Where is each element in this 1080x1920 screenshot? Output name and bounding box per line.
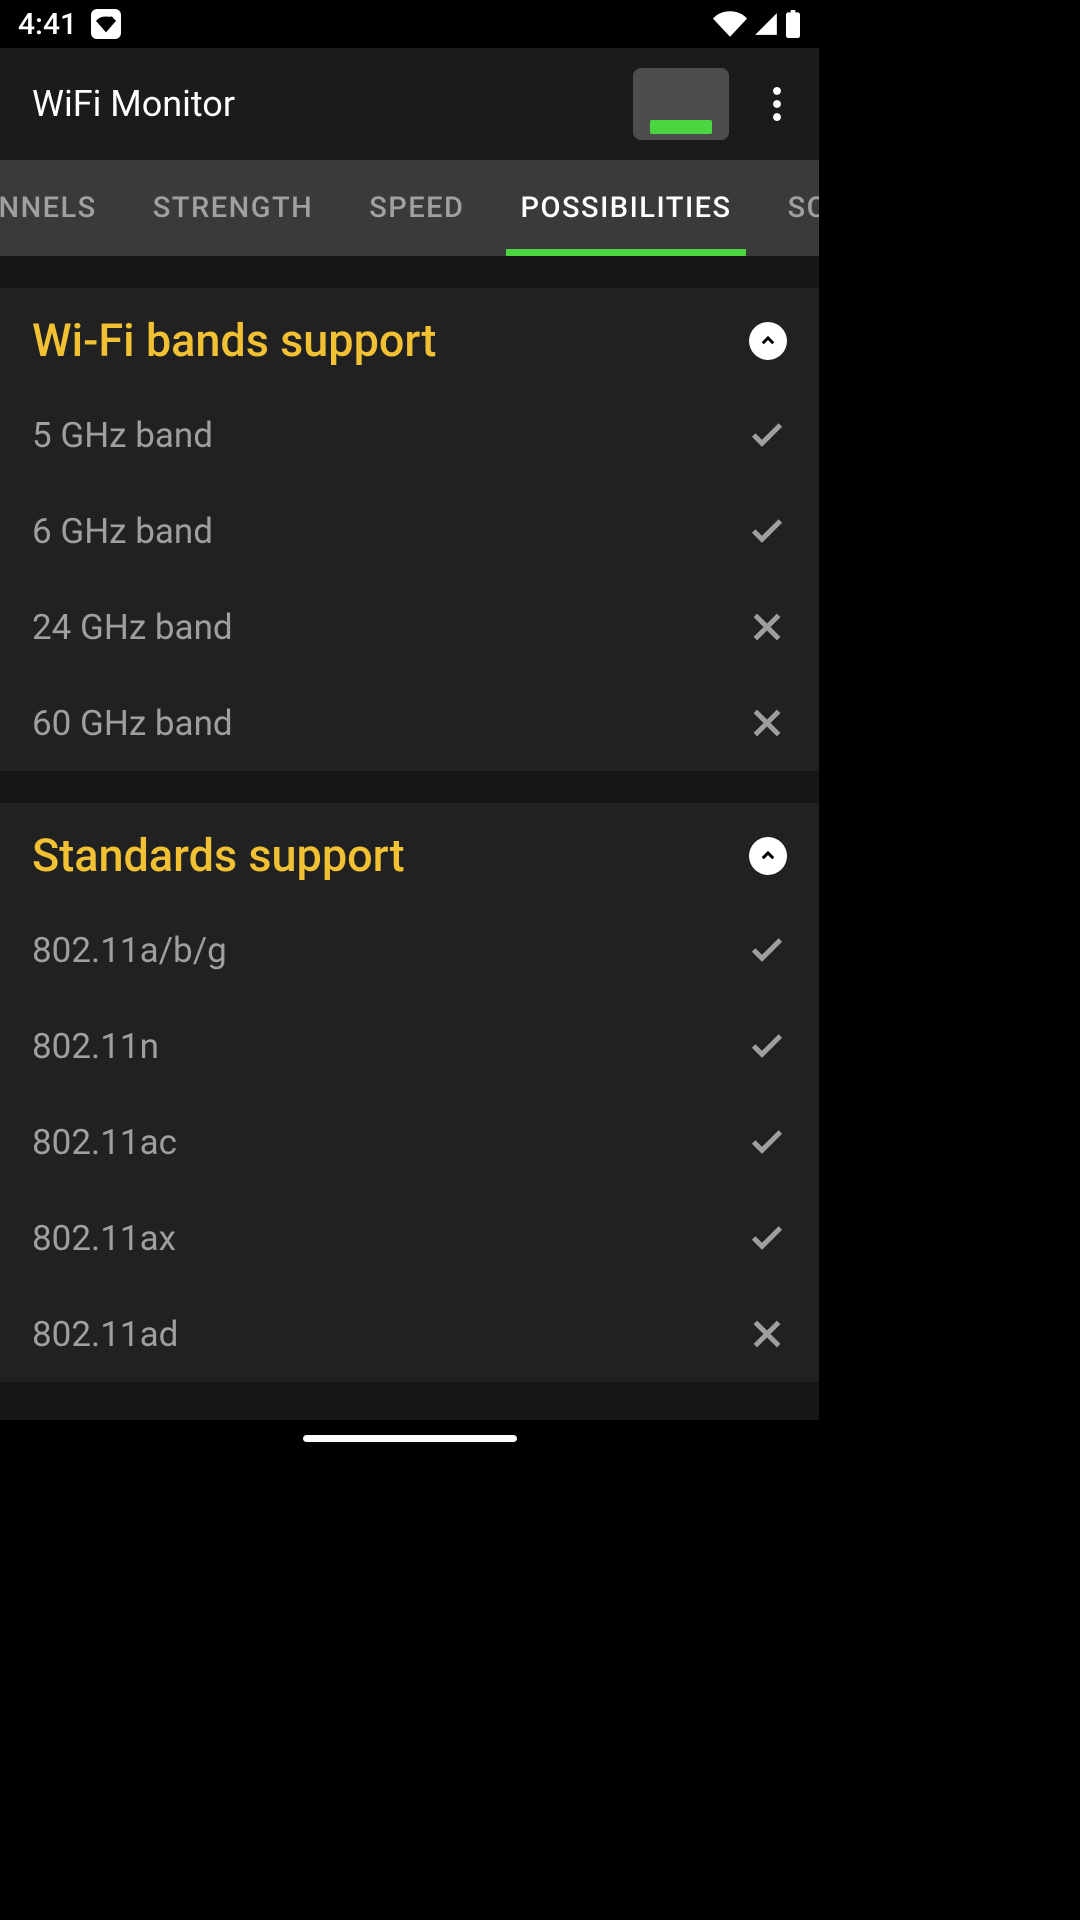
tab-possibilities[interactable]: POSSIBILITIES [492, 160, 759, 256]
section-gap [0, 256, 819, 288]
tab-channels[interactable]: CHANNELS [0, 160, 125, 256]
list-item: 24 GHz band [32, 579, 787, 675]
tab-speed[interactable]: SPEED [341, 160, 492, 256]
list-item: 802.11a/b/g [32, 902, 787, 998]
section: Standards support 802.11a/b/g 802.11n 802.1… [0, 803, 819, 1382]
section-header[interactable]: Wi-Fi bands support [32, 288, 787, 387]
list-item: 802.11ax [32, 1190, 787, 1286]
tabs-bar: CHANNELS STRENGTH SPEED POSSIBILITIES SCAN [0, 160, 819, 256]
cross-icon [747, 607, 787, 647]
cell-signal-icon [753, 11, 779, 37]
app-title: WiFi Monitor [32, 83, 235, 125]
status-left: 4:41 [18, 7, 121, 42]
app-bar-actions [633, 68, 795, 140]
list-item: 5 GHz band [32, 387, 787, 483]
ad-badge[interactable] [633, 68, 729, 140]
list-item: 802.11ad [32, 1286, 787, 1382]
list-item: 6 GHz band [32, 483, 787, 579]
system-nav-bar [0, 1420, 819, 1456]
check-icon [747, 1026, 787, 1066]
item-label: 24 GHz band [32, 607, 233, 648]
wifi-icon [713, 11, 747, 37]
item-label: 6 GHz band [32, 511, 213, 552]
tab-label: STRENGTH [153, 191, 313, 225]
ad-badge-bar [650, 120, 712, 134]
item-label: 5 GHz band [32, 415, 213, 456]
app-notification-icon [91, 9, 121, 39]
section-title: Wi-Fi bands support [32, 314, 436, 367]
nav-handle[interactable] [303, 1435, 517, 1442]
item-label: 802.11n [32, 1026, 159, 1067]
tab-scan[interactable]: SCAN [760, 160, 819, 256]
status-bar: 4:41 [0, 0, 819, 48]
status-time: 4:41 [18, 7, 77, 42]
check-icon [747, 415, 787, 455]
section: Wi-Fi bands support 5 GHz band 6 GHz band 2… [0, 288, 819, 771]
item-label: 802.11a/b/g [32, 930, 227, 971]
chevron-up-icon [759, 332, 777, 350]
check-icon [747, 511, 787, 551]
tab-label: SPEED [369, 191, 464, 225]
content-scroll[interactable]: Wi-Fi bands support 5 GHz band 6 GHz band 2… [0, 256, 819, 1420]
cross-icon [747, 703, 787, 743]
item-label: 60 GHz band [32, 703, 233, 744]
section-title: Standards support [32, 829, 405, 882]
list-item: 802.11ac [32, 1094, 787, 1190]
item-label: 802.11ad [32, 1314, 178, 1355]
check-icon [747, 930, 787, 970]
tab-label: POSSIBILITIES [520, 191, 731, 225]
battery-icon [785, 10, 801, 38]
item-label: 802.11ax [32, 1218, 176, 1259]
tab-label: SCAN [788, 191, 819, 225]
item-label: 802.11ac [32, 1122, 177, 1163]
app-bar: WiFi Monitor [0, 48, 819, 160]
overflow-menu-button[interactable] [759, 76, 795, 132]
section-gap [0, 771, 819, 803]
section-header[interactable]: Standards support [32, 803, 787, 902]
check-icon [747, 1218, 787, 1258]
list-item: 60 GHz band [32, 675, 787, 771]
tab-label: CHANNELS [0, 191, 97, 225]
tab-strength[interactable]: STRENGTH [125, 160, 341, 256]
chevron-up-icon [759, 847, 777, 865]
check-icon [747, 1122, 787, 1162]
list-item: 802.11n [32, 998, 787, 1094]
collapse-button[interactable] [749, 837, 787, 875]
status-right [713, 10, 801, 38]
cross-icon [747, 1314, 787, 1354]
collapse-button[interactable] [749, 322, 787, 360]
